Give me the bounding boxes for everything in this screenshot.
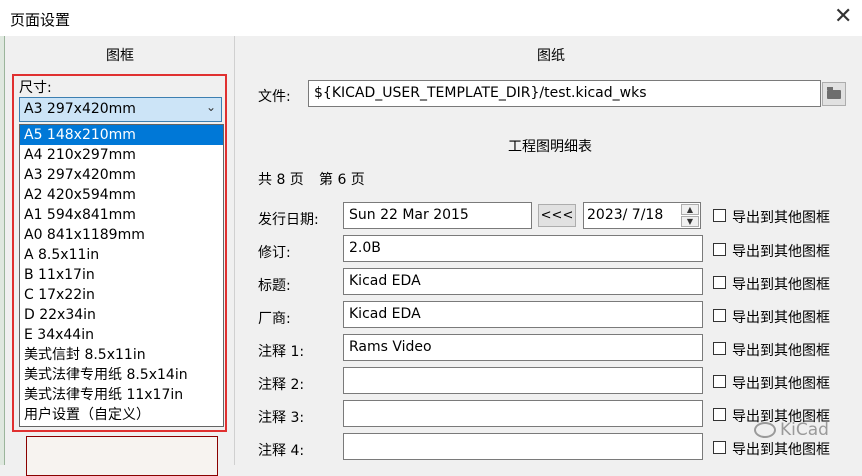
date-spinner[interactable]: ▲ ▼ <box>681 204 699 227</box>
page-preview <box>26 436 218 476</box>
paper-size-option[interactable]: A 8.5x11in <box>20 245 223 265</box>
spin-up-icon[interactable]: ▲ <box>681 204 699 215</box>
title-value: Kicad EDA <box>349 273 421 289</box>
comment3-input[interactable] <box>343 400 703 427</box>
checkbox-box[interactable] <box>713 375 726 388</box>
checkbox-box[interactable] <box>713 441 726 454</box>
comment1-label: 注释 1: <box>258 344 305 360</box>
paper-size-option[interactable]: A2 420x594mm <box>20 185 223 205</box>
export-checkbox-label: 导出到其他图框 <box>732 376 830 392</box>
comment1-value: Rams Video <box>349 339 432 355</box>
company-input[interactable]: Kicad EDA <box>343 301 703 328</box>
date-picker-value: 2023/ 7/18 <box>587 207 664 223</box>
spin-down-icon[interactable]: ▼ <box>681 216 699 227</box>
size-label: 尺寸: <box>19 80 52 96</box>
paper-size-option[interactable]: 美式法律专用纸 11x17in <box>20 385 223 405</box>
chevron-down-icon: ⌄ <box>205 100 216 114</box>
page-number: 第 6 页 <box>319 172 365 188</box>
revision-value: 2.0B <box>349 240 381 256</box>
paper-size-option[interactable]: 美式法律专用纸 8.5x14in <box>20 365 223 385</box>
copy-date-button[interactable]: <<< <box>538 204 576 227</box>
paper-size-combobox[interactable]: A3 297x420mm ⌄ <box>19 97 222 122</box>
company-value: Kicad EDA <box>349 306 421 322</box>
title-input[interactable]: Kicad EDA <box>343 268 703 295</box>
export-checkbox-label: 导出到其他图框 <box>732 343 830 359</box>
paper-size-selected: A3 297x420mm <box>24 101 136 117</box>
paper-size-option[interactable]: A3 297x420mm <box>20 165 223 185</box>
checkbox-box[interactable] <box>713 243 726 256</box>
checkbox-box[interactable] <box>713 309 726 322</box>
background-window-strip <box>0 36 5 465</box>
close-icon[interactable]: ✕ <box>834 4 852 29</box>
revision-input[interactable]: 2.0B <box>343 235 703 262</box>
paper-size-dropdown-list[interactable]: A5 148x210mm A4 210x297mm A3 297x420mm A… <box>19 124 224 427</box>
wechat-icon <box>754 422 776 438</box>
title-bar: 页面设置 ✕ <box>0 0 862 36</box>
folder-icon <box>827 87 841 99</box>
comment4-label: 注释 4: <box>258 443 305 459</box>
drawing-section-heading: 图纸 <box>537 48 565 64</box>
checkbox-box[interactable] <box>713 209 726 222</box>
page-count: 共 8 页 <box>258 172 304 188</box>
paper-size-option[interactable]: C 17x22in <box>20 285 223 305</box>
file-path-value: ${KICAD_USER_TEMPLATE_DIR}/test.kicad_wk… <box>314 85 647 101</box>
issue-date-label: 发行日期: <box>258 212 319 228</box>
export-checkbox-label: 导出到其他图框 <box>732 310 830 326</box>
window-title: 页面设置 <box>10 11 71 29</box>
paper-size-option[interactable]: A1 594x841mm <box>20 205 223 225</box>
comment2-input[interactable] <box>343 367 703 394</box>
paper-size-option[interactable]: A0 841x1189mm <box>20 225 223 245</box>
checkbox-box[interactable] <box>713 342 726 355</box>
issue-date-value: Sun 22 Mar 2015 <box>349 207 469 223</box>
title-label: 标题: <box>258 278 291 294</box>
paper-size-option[interactable]: 美式信封 8.5x11in <box>20 345 223 365</box>
paper-size-option[interactable]: D 22x34in <box>20 305 223 325</box>
checkbox-box[interactable] <box>713 276 726 289</box>
export-checkbox-label: 导出到其他图框 <box>732 210 830 226</box>
watermark-text: KiCad <box>780 420 829 440</box>
comment3-label: 注释 3: <box>258 410 305 426</box>
revision-label: 修订: <box>258 245 291 261</box>
watermark: KiCad <box>754 420 829 440</box>
browse-file-button[interactable] <box>822 82 846 106</box>
file-path-input[interactable]: ${KICAD_USER_TEMPLATE_DIR}/test.kicad_wk… <box>308 80 821 107</box>
comment2-label: 注释 2: <box>258 377 305 393</box>
file-label: 文件: <box>258 89 291 105</box>
comment4-input[interactable] <box>343 433 703 460</box>
comment1-input[interactable]: Rams Video <box>343 334 703 361</box>
checkbox-box[interactable] <box>713 408 726 421</box>
company-label: 厂商: <box>258 311 291 327</box>
paper-size-option[interactable]: 用户设置（自定义） <box>20 405 223 425</box>
frame-section-heading: 图框 <box>106 48 134 64</box>
paper-size-option[interactable]: A5 148x210mm <box>20 125 223 145</box>
export-checkbox-label: 导出到其他图框 <box>732 442 830 458</box>
export-checkbox-label: 导出到其他图框 <box>732 244 830 260</box>
section-divider <box>234 36 235 465</box>
export-checkbox-label: 导出到其他图框 <box>732 277 830 293</box>
issue-date-input[interactable]: Sun 22 Mar 2015 <box>343 202 532 229</box>
paper-size-option[interactable]: A4 210x297mm <box>20 145 223 165</box>
titleblock-heading: 工程图明细表 <box>508 139 592 155</box>
paper-size-option[interactable]: E 34x44in <box>20 325 223 345</box>
paper-size-option[interactable]: B 11x17in <box>20 265 223 285</box>
